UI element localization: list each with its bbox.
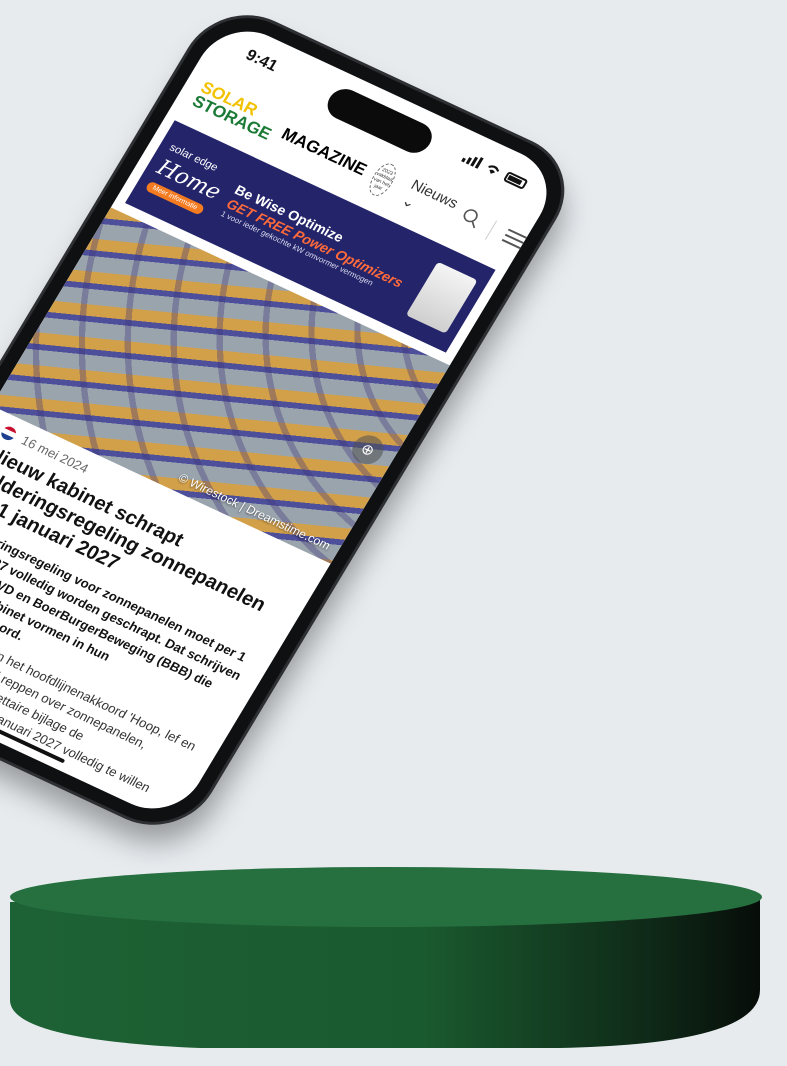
search-icon[interactable]: [455, 206, 484, 234]
pedestal-top: [10, 867, 762, 927]
ad-brand: solar edge Home Meer informatie: [144, 142, 233, 218]
wifi-icon: [488, 165, 500, 174]
award-badge: 2023 vakblad van het jaar: [364, 160, 401, 200]
menu-icon[interactable]: [498, 226, 528, 254]
status-time: 9:41: [242, 46, 281, 75]
header-actions: [455, 206, 528, 255]
logo-tag: MAGAZINE: [278, 124, 371, 180]
signal-icon: [461, 151, 484, 169]
ad-product-image: [405, 261, 478, 334]
netherlands-flag-icon: [0, 423, 19, 442]
nav-menu-nieuws[interactable]: Nieuws ⌄: [399, 176, 462, 227]
status-icons: [461, 151, 529, 190]
divider: [484, 220, 498, 240]
zoom-in-icon[interactable]: ⊕: [346, 430, 390, 469]
battery-icon: [503, 170, 529, 190]
